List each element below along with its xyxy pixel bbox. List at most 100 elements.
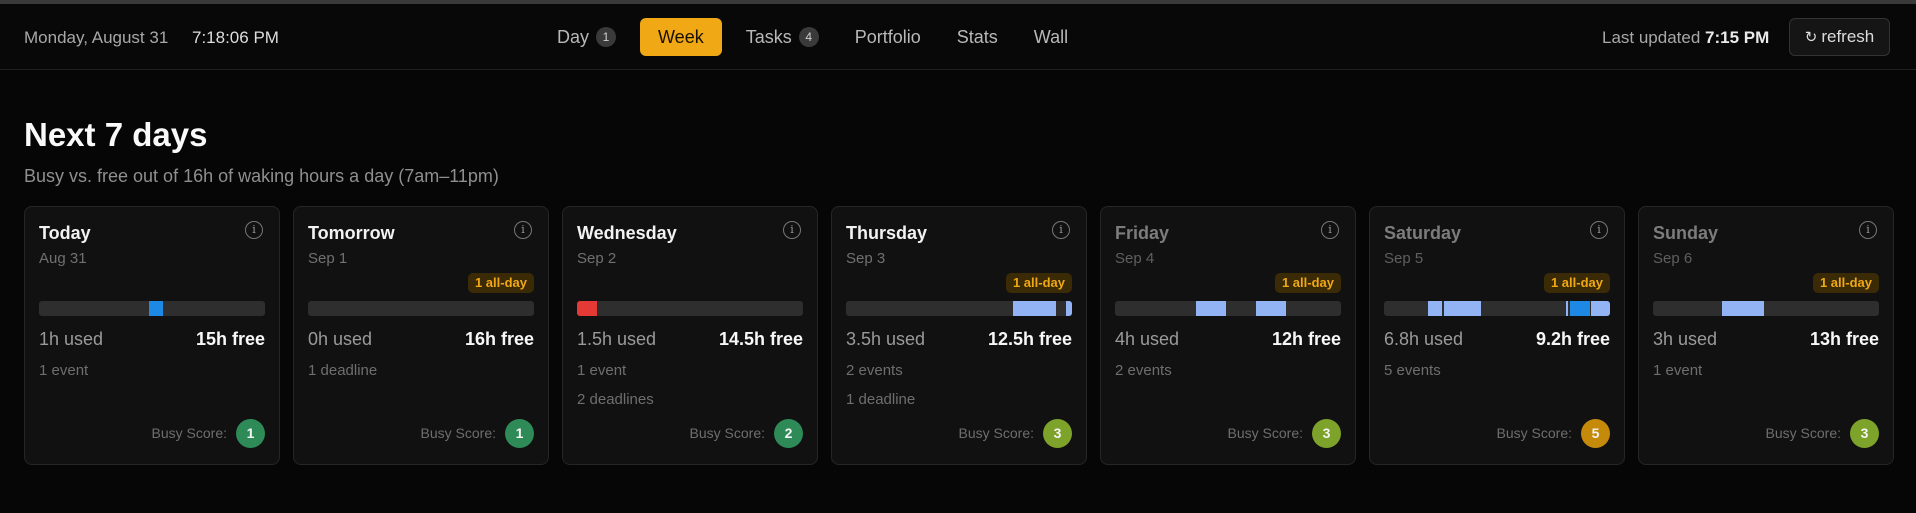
day-name: Wednesday xyxy=(577,223,677,243)
all-day-badge: 1 all-day xyxy=(1543,273,1610,293)
event-count: 2 events xyxy=(1115,362,1172,379)
info-icon[interactable]: i xyxy=(1052,221,1070,239)
busy-segment xyxy=(1196,301,1226,316)
busy-timeline-bar xyxy=(39,301,265,316)
busy-timeline-bar xyxy=(577,301,803,316)
busy-timeline-bar xyxy=(1653,301,1879,316)
info-icon[interactable]: i xyxy=(245,221,263,239)
info-icon[interactable]: i xyxy=(514,221,532,239)
all-day-badge: 1 all-day xyxy=(1005,273,1072,293)
day-card: Sunday Sep 6 i 1 all-day 3h used 13h free 1 ev… xyxy=(1638,206,1894,465)
day-card: Thursday Sep 3 i 1 all-day 3.5h used 12.5h fr… xyxy=(831,206,1087,465)
busy-score-badge: 3 xyxy=(1043,419,1072,448)
day-name: Friday xyxy=(1115,223,1170,243)
day-date: Sep 1 xyxy=(308,250,348,267)
hours-free: 16h free xyxy=(464,329,534,349)
hours-free: 12h free xyxy=(1271,329,1341,349)
day-name: Saturday xyxy=(1384,223,1462,243)
busy-score-label: Busy Score: xyxy=(420,425,496,441)
info-icon[interactable]: i xyxy=(783,221,801,239)
busy-segment xyxy=(148,301,163,316)
day-name: Thursday xyxy=(846,223,928,243)
busy-score-badge: 2 xyxy=(774,419,803,448)
day-card: Wednesday Sep 2 i 1.5h used 14.5h free 1 even… xyxy=(562,206,818,465)
refresh-button[interactable]: ↻ refresh xyxy=(1789,18,1890,56)
tab-badge: 4 xyxy=(798,27,819,47)
hours-free: 9.2h free xyxy=(1535,329,1610,349)
hours-used: 4h used xyxy=(1115,329,1180,349)
busy-score-label: Busy Score: xyxy=(958,425,1034,441)
day-date: Sep 2 xyxy=(577,250,617,267)
event-count: 1 deadline xyxy=(308,362,378,379)
hours-used: 3.5h used xyxy=(846,329,926,349)
current-date: Monday, August 31 xyxy=(24,28,169,47)
busy-segment xyxy=(1570,301,1590,316)
busy-segment xyxy=(1590,301,1610,316)
tab-label: Wall xyxy=(1033,26,1069,47)
page-subtitle: Busy vs. free out of 16h of waking hours… xyxy=(24,166,499,186)
main-nav: Day 1 Week Tasks 4 Portfolio Stats Wall xyxy=(545,18,1092,56)
day-name: Today xyxy=(39,223,91,243)
busy-segment xyxy=(1721,301,1764,316)
hours-used: 1h used xyxy=(39,329,104,349)
tab-label: Tasks xyxy=(745,26,792,47)
hours-used: 3h used xyxy=(1653,329,1718,349)
day-cards: Today Aug 31 i 1h used 15h free 1 event Busy S… xyxy=(24,206,1894,465)
busy-score-label: Busy Score: xyxy=(1765,425,1841,441)
tab-day[interactable]: Day 1 xyxy=(545,18,628,56)
refresh-icon: ↻ xyxy=(1804,28,1818,46)
busy-score-label: Busy Score: xyxy=(689,425,765,441)
tab-week[interactable]: Week xyxy=(640,18,722,56)
event-count: 1 event xyxy=(39,362,89,379)
day-date: Sep 6 xyxy=(1653,250,1693,267)
hours-used: 0h used xyxy=(308,329,373,349)
busy-timeline-bar xyxy=(1384,301,1610,316)
refresh-label: refresh xyxy=(1821,27,1875,46)
hours-free: 14.5h free xyxy=(718,329,803,349)
event-count: 5 events xyxy=(1384,362,1441,379)
tab-portfolio[interactable]: Portfolio xyxy=(843,18,933,56)
tab-label: Day xyxy=(557,26,590,47)
busy-score-label: Busy Score: xyxy=(151,425,227,441)
all-day-badge: 1 all-day xyxy=(467,273,534,293)
busy-timeline-bar xyxy=(1115,301,1341,316)
tab-tasks[interactable]: Tasks 4 xyxy=(734,18,831,56)
day-card: Tomorrow Sep 1 i 1 all-day 0h used 16h free 1 … xyxy=(293,206,549,465)
hours-used: 6.8h used xyxy=(1384,329,1464,349)
day-date: Aug 31 xyxy=(39,250,87,267)
busy-segment xyxy=(577,301,598,316)
day-date: Sep 4 xyxy=(1115,250,1155,267)
info-icon[interactable]: i xyxy=(1590,221,1608,239)
last-updated: Last updated 7:15 PM xyxy=(1602,28,1769,48)
tab-label: Week xyxy=(658,26,704,47)
day-date: Sep 5 xyxy=(1384,250,1424,267)
all-day-badge: 1 all-day xyxy=(1274,273,1341,293)
info-icon[interactable]: i xyxy=(1321,221,1339,239)
tab-wall[interactable]: Wall xyxy=(1022,18,1080,56)
hours-free: 13h free xyxy=(1809,329,1879,349)
busy-segment xyxy=(1565,301,1569,316)
hours-free: 15h free xyxy=(195,329,265,349)
tab-badge: 1 xyxy=(596,27,617,47)
last-updated-label: Last updated xyxy=(1602,28,1701,47)
hours-free: 12.5h free xyxy=(987,329,1072,349)
day-name: Tomorrow xyxy=(308,223,395,243)
info-icon[interactable]: i xyxy=(1859,221,1877,239)
all-day-badge: 1 all-day xyxy=(1812,273,1879,293)
day-card: Today Aug 31 i 1h used 15h free 1 event Busy S… xyxy=(24,206,280,465)
hours-used: 1.5h used xyxy=(577,329,657,349)
busy-segment xyxy=(1066,301,1072,316)
day-card: Saturday Sep 5 i 1 all-day 6.8h used 9.2h fre… xyxy=(1369,206,1625,465)
event-count: 1 event xyxy=(577,362,627,379)
busy-segment xyxy=(1013,301,1057,316)
day-card: Friday Sep 4 i 1 all-day 4h used 12h free 2 ev… xyxy=(1100,206,1356,465)
event-count: 1 event xyxy=(1653,362,1703,379)
tab-label: Portfolio xyxy=(854,26,921,47)
busy-timeline-bar xyxy=(846,301,1072,316)
busy-score-label: Busy Score: xyxy=(1496,425,1572,441)
busy-score-badge: 1 xyxy=(236,419,265,448)
deadline-count: 2 deadlines xyxy=(577,391,654,408)
busy-score-badge: 5 xyxy=(1581,419,1610,448)
deadline-count: 1 deadline xyxy=(846,391,916,408)
tab-stats[interactable]: Stats xyxy=(945,18,1010,56)
